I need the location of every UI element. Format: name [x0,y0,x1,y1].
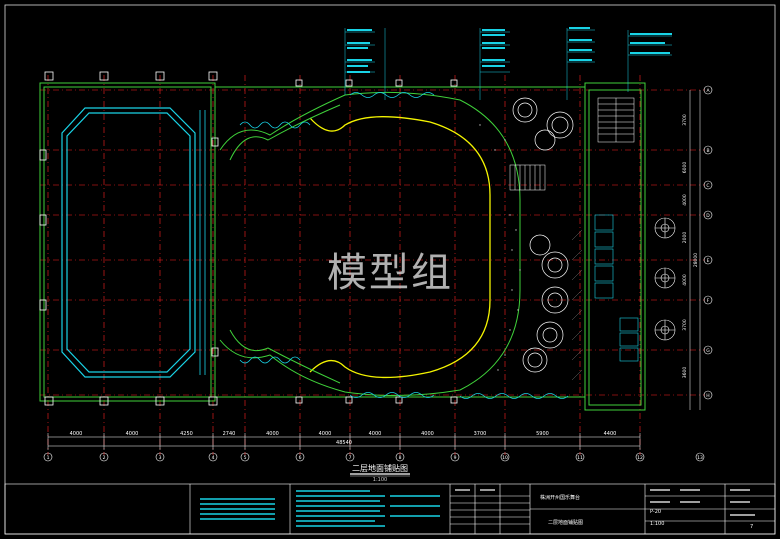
title-block-sheet-no: P-20 [650,509,662,515]
lobby-curls [512,97,574,373]
axis-bubble-label: 8 [399,455,402,461]
row-bubbles: A B C D E F G H [703,85,713,400]
dimension-total: 48540 [336,440,352,446]
dimension-label-right: 3700 [682,319,688,331]
title-block-scale: 1:100 [650,521,665,527]
dimension-label: 4000 [126,431,139,437]
dimension-label: 5900 [536,431,549,437]
dimension-total-right: 28000 [693,253,699,267]
axis-bubble-label: 3 [159,455,162,461]
dimension-label: 4000 [369,431,382,437]
axis-bubble-label: 13 [697,455,703,461]
building-walls [39,82,646,411]
title-underline [350,473,410,477]
callout-leaders [344,28,672,100]
dimension-label: 4250 [180,431,193,437]
dimension-label: 3700 [474,431,487,437]
axis-bubble-label: 7 [349,455,352,461]
callout-text [347,27,672,73]
dimension-label-right: 3600 [682,367,688,379]
axis-bubble-label: 4 [212,455,215,461]
row-bubble-label: D [706,213,710,219]
columns [39,71,458,406]
dimension-label: 4000 [319,431,332,437]
axis-bubbles: 1 2 3 4 5 6 7 8 9 10 11 12 13 [43,452,705,462]
axis-bubble-label: 1 [47,455,50,461]
dimension-label-right: 3700 [682,114,688,126]
light-fixtures [654,217,676,341]
axis-bubble-label: 2 [103,455,106,461]
axis-bubble-label: 5 [244,455,247,461]
dimension-label-right: 4000 [682,274,688,286]
dimension-label-right: 6000 [682,162,688,174]
axis-bubble-label: 9 [454,455,457,461]
row-bubble-label: G [706,348,710,354]
axis-bubble-label: 12 [637,455,643,461]
row-bubble-label: C [706,183,709,189]
title-block-text-bars [200,490,440,527]
axis-grid [40,75,705,455]
dimension-label: 2740 [223,431,236,437]
drawing-sheet: 4000 4000 4250 2740 4000 4000 4000 4000 3700 5900… [4,4,776,535]
stage-octagon [61,107,196,378]
axis-bubble-label: 10 [502,455,508,461]
hatched-walls [571,229,583,381]
dimension-labels: 4000 4000 4250 2740 4000 4000 4000 4000 3700 5900… [70,431,617,446]
axis-bubble-label: 6 [299,455,302,461]
dimension-label: 4000 [266,431,279,437]
row-bubble-label: E [707,258,710,264]
row-bubble-label: H [706,393,709,399]
dimension-label-right: 2000 [682,232,688,244]
dimension-labels-right: 3700 6000 4000 2000 4000 3700 3600 28000 [682,114,699,378]
dimension-label-right: 4000 [682,194,688,206]
dimension-label: 4400 [604,431,617,437]
title-block-sheet-index: 7 [750,524,754,530]
row-bubble-label: A [706,88,710,94]
row-bubble-label: B [706,148,709,154]
dimension-label: 4000 [70,431,83,437]
stairs [509,97,635,191]
dimension-line-right [689,90,701,410]
axis-bubble-label: 11 [577,455,583,461]
title-block-project: 株洲开州国乐舞台 [540,495,581,501]
row-bubble-label: F [707,298,710,304]
toilet-stalls [594,214,639,362]
dimension-label: 4000 [421,431,434,437]
drawing-scale: 1:100 [372,477,388,483]
drawing-title: 二层地面铺贴图 [352,464,408,473]
title-block-sheet-name: 二层地面铺贴图 [548,520,584,526]
wavy-edges [239,92,569,399]
